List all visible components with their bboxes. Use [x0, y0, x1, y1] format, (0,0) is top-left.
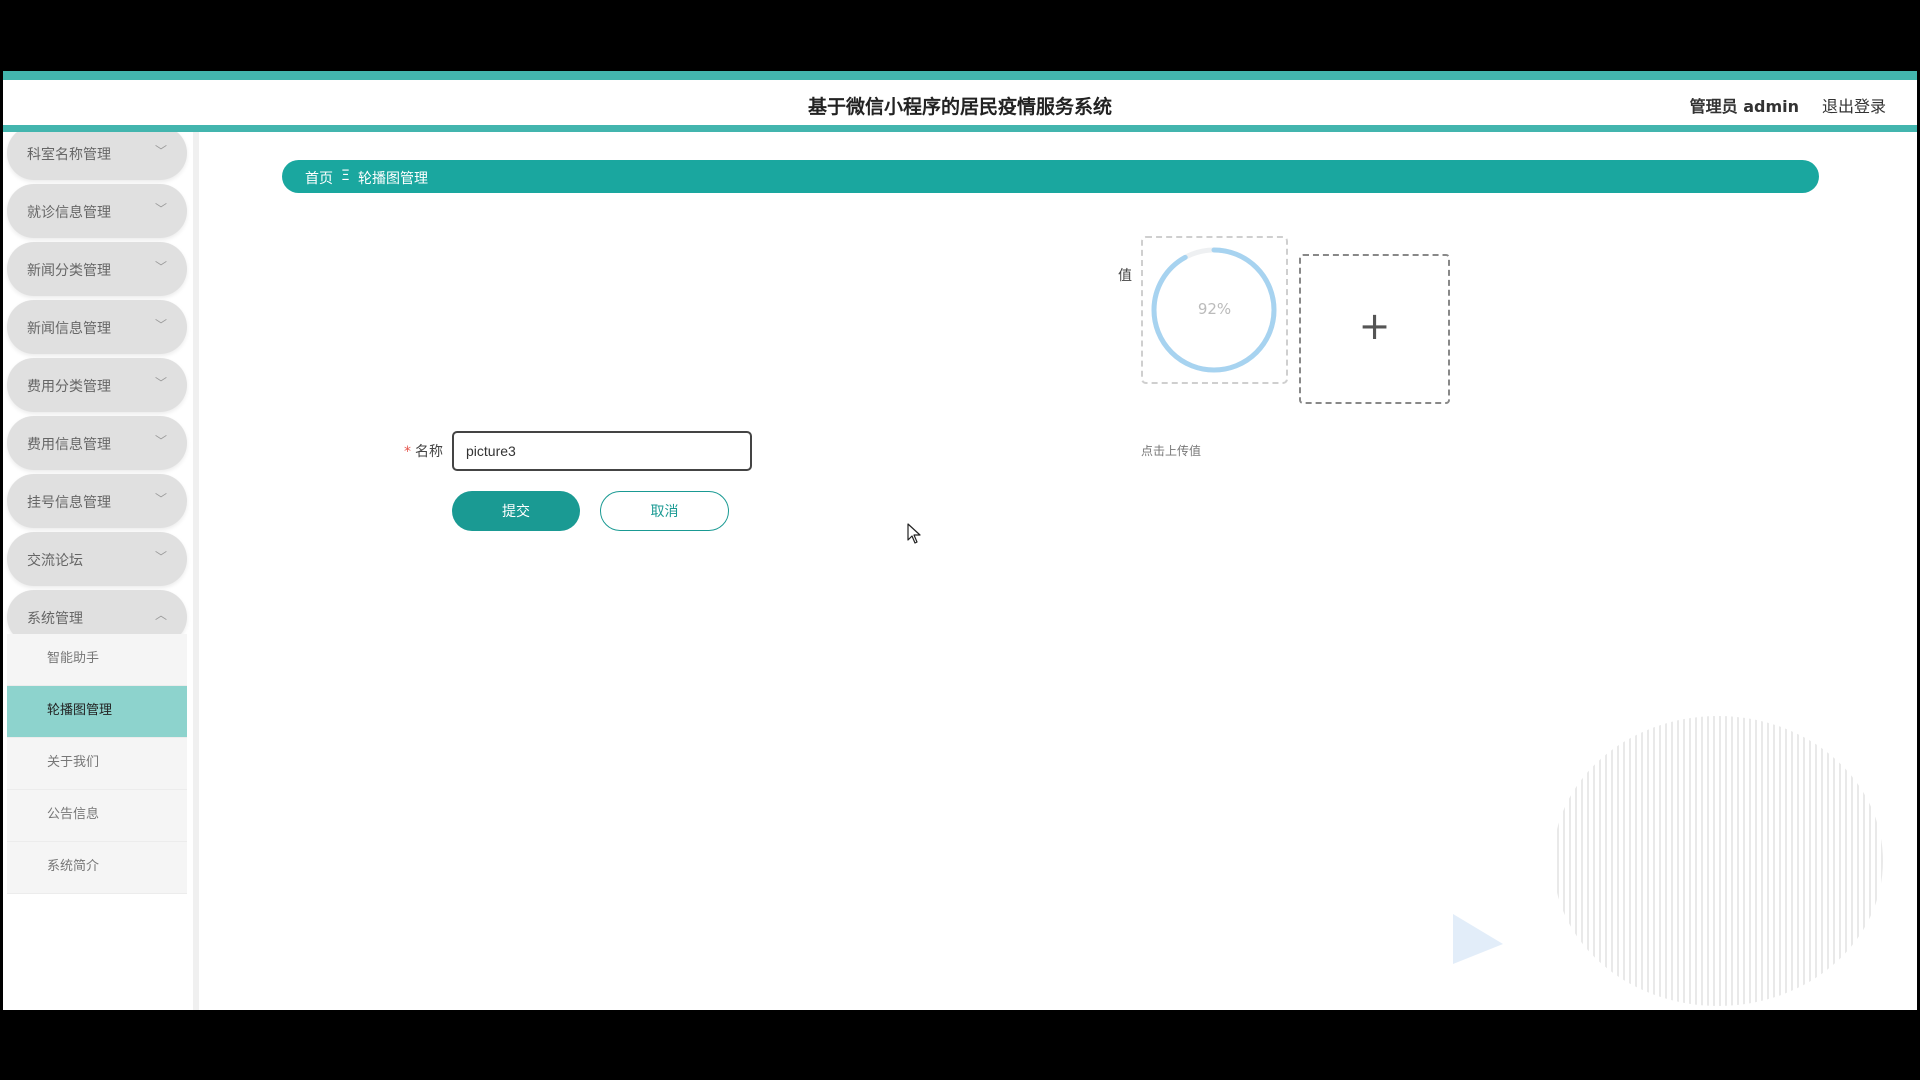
required-asterisk: *	[404, 444, 411, 460]
submenu-item-about[interactable]: 关于我们	[7, 738, 187, 790]
mouse-cursor-icon	[907, 523, 921, 544]
breadcrumb-separator: Ξ	[341, 168, 350, 184]
sidebar-item-label: 费用分类管理	[27, 379, 111, 395]
breadcrumb-current: 轮播图管理	[358, 171, 428, 187]
current-user: 管理员 admin	[1689, 97, 1799, 116]
breadcrumb-home[interactable]: 首页	[305, 168, 333, 188]
value-field-label: 值	[1118, 268, 1132, 284]
breadcrumb: 首页 Ξ 轮播图管理	[282, 160, 1819, 193]
chevron-down-icon: ﹀	[154, 434, 167, 448]
sidebar-item-news[interactable]: 新闻信息管理 ﹀	[7, 300, 187, 354]
sidebar-item-label: 交流论坛	[27, 553, 83, 569]
chevron-down-icon: ﹀	[154, 144, 167, 158]
chevron-down-icon: ﹀	[154, 492, 167, 506]
upload-button[interactable]: +	[1299, 254, 1450, 404]
chevron-down-icon: ﹀	[154, 550, 167, 564]
name-label-text: 名称	[415, 444, 443, 460]
sidebar-item-label: 就诊信息管理	[27, 205, 111, 221]
app-window: 基于微信小程序的居民疫情服务系统 管理员 admin 退出登录 科室名称管理 ﹀…	[3, 71, 1917, 1010]
sidebar-item-department[interactable]: 科室名称管理 ﹀	[7, 132, 187, 180]
system-submenu: 智能助手 轮播图管理 关于我们 公告信息 系统简介	[7, 634, 187, 894]
upload-progress-card: 92%	[1141, 236, 1288, 384]
chevron-down-icon: ﹀	[154, 376, 167, 390]
submit-button[interactable]: 提交	[452, 491, 580, 531]
sidebar-item-news-category[interactable]: 新闻分类管理 ﹀	[7, 242, 187, 296]
chevron-up-icon: ︿	[154, 608, 167, 622]
upload-progress-text: 92%	[1197, 300, 1232, 318]
header: 基于微信小程序的居民疫情服务系统 管理员 admin 退出登录	[3, 80, 1917, 132]
sidebar-item-registration[interactable]: 挂号信息管理 ﹀	[7, 474, 187, 528]
sidebar-item-forum[interactable]: 交流论坛 ﹀	[7, 532, 187, 586]
sidebar: 科室名称管理 ﹀ 就诊信息管理 ﹀ 新闻分类管理 ﹀ 新闻信息管理 ﹀ 费用分类…	[3, 132, 199, 1010]
sidebar-item-fees[interactable]: 费用信息管理 ﹀	[7, 416, 187, 470]
page-title: 基于微信小程序的居民疫情服务系统	[807, 96, 1112, 118]
sidebar-item-visits[interactable]: 就诊信息管理 ﹀	[7, 184, 187, 238]
submenu-item-carousel[interactable]: 轮播图管理	[7, 686, 187, 738]
submenu-item-intro[interactable]: 系统简介	[7, 842, 187, 894]
top-accent-stripe	[3, 71, 1917, 80]
cancel-button[interactable]: 取消	[600, 491, 729, 531]
sidebar-item-label: 科室名称管理	[27, 147, 111, 163]
chevron-down-icon: ﹀	[154, 318, 167, 332]
sidebar-item-label: 挂号信息管理	[27, 495, 111, 511]
watermark-logo	[1453, 716, 1883, 1006]
submenu-item-assistant[interactable]: 智能助手	[7, 634, 187, 686]
sidebar-item-fee-category[interactable]: 费用分类管理 ﹀	[7, 358, 187, 412]
name-input[interactable]	[452, 431, 752, 471]
submenu-item-notice[interactable]: 公告信息	[7, 790, 187, 842]
chevron-down-icon: ﹀	[154, 260, 167, 274]
sidebar-item-label: 系统管理	[27, 611, 83, 627]
name-field-label: * 名称	[404, 441, 443, 461]
sidebar-item-label: 新闻信息管理	[27, 321, 111, 337]
sidebar-item-label: 费用信息管理	[27, 437, 111, 453]
logout-link[interactable]: 退出登录	[1822, 93, 1886, 117]
upload-hint: 点击上传值	[1141, 444, 1202, 458]
plus-icon: +	[1358, 304, 1391, 348]
chevron-down-icon: ﹀	[154, 202, 167, 216]
sidebar-item-label: 新闻分类管理	[27, 263, 111, 279]
